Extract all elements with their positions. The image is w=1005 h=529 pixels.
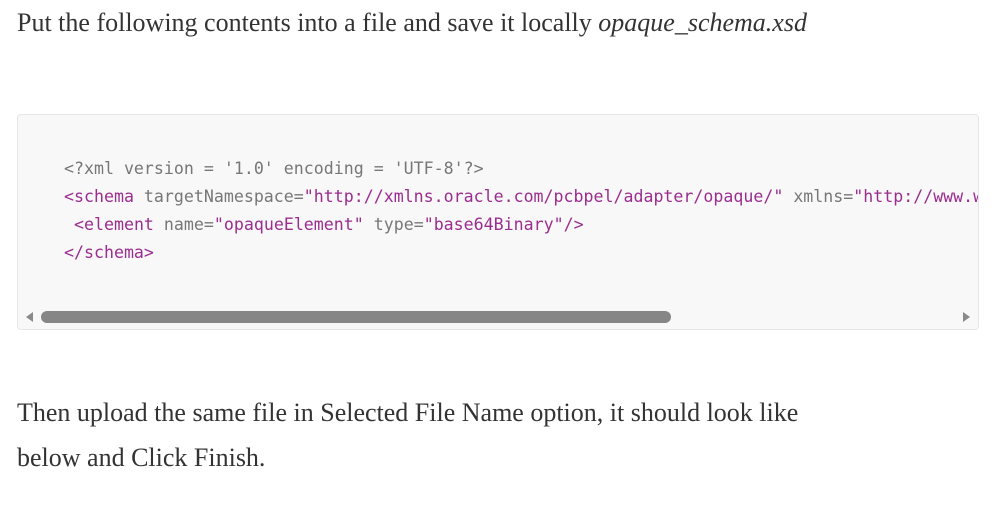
code-line-2: <schema targetNamespace="http://xmlns.or… bbox=[64, 187, 978, 206]
scroll-left-arrow-icon[interactable] bbox=[26, 312, 33, 322]
schema-open-tag: <schema bbox=[64, 187, 134, 206]
type-attr: type= bbox=[363, 215, 424, 234]
schema-close-tag: </schema> bbox=[64, 243, 154, 262]
code-line-1: <?xml version = '1.0' encoding = 'UTF-8'… bbox=[64, 159, 484, 178]
scrollbar-thumb[interactable] bbox=[41, 311, 671, 323]
code-line-4: </schema> bbox=[64, 243, 154, 262]
xml-declaration: <?xml version = '1.0' encoding = 'UTF-8'… bbox=[64, 159, 484, 178]
element-self-close: /> bbox=[563, 215, 584, 234]
outro-line-1: Then upload the same file in Selected Fi… bbox=[17, 398, 799, 427]
outro-line-2: below and Click Finish. bbox=[17, 443, 266, 472]
target-namespace-attr: targetNamespace= bbox=[133, 187, 304, 206]
element-open-tag: <element bbox=[74, 215, 154, 234]
target-namespace-value: "http://xmlns.oracle.com/pcbpel/adapter/… bbox=[303, 187, 784, 206]
intro-paragraph: Put the following contents into a file a… bbox=[17, 0, 807, 45]
schema-filename: opaque_schema.xsd bbox=[598, 8, 807, 37]
xmlns-attr: xmlns= bbox=[783, 187, 854, 206]
horizontal-scrollbar[interactable] bbox=[18, 307, 978, 329]
code-line-3: <element name="opaqueElement" type="base… bbox=[64, 215, 584, 234]
intro-text: Put the following contents into a file a… bbox=[17, 8, 599, 37]
type-value: "base64Binary" bbox=[423, 215, 564, 234]
code-viewport: <?xml version = '1.0' encoding = 'UTF-8'… bbox=[18, 115, 978, 307]
scroll-right-arrow-icon[interactable] bbox=[963, 312, 970, 322]
outro-paragraph: Then upload the same file in Selected Fi… bbox=[17, 390, 798, 480]
code-content: <?xml version = '1.0' encoding = 'UTF-8'… bbox=[64, 155, 978, 267]
name-attr: name= bbox=[153, 215, 214, 234]
xmlns-value: "http://www.w3.org/2001/XMLSchema"> bbox=[853, 187, 978, 206]
code-block: <?xml version = '1.0' encoding = 'UTF-8'… bbox=[17, 114, 979, 330]
name-value: "opaqueElement" bbox=[213, 215, 364, 234]
